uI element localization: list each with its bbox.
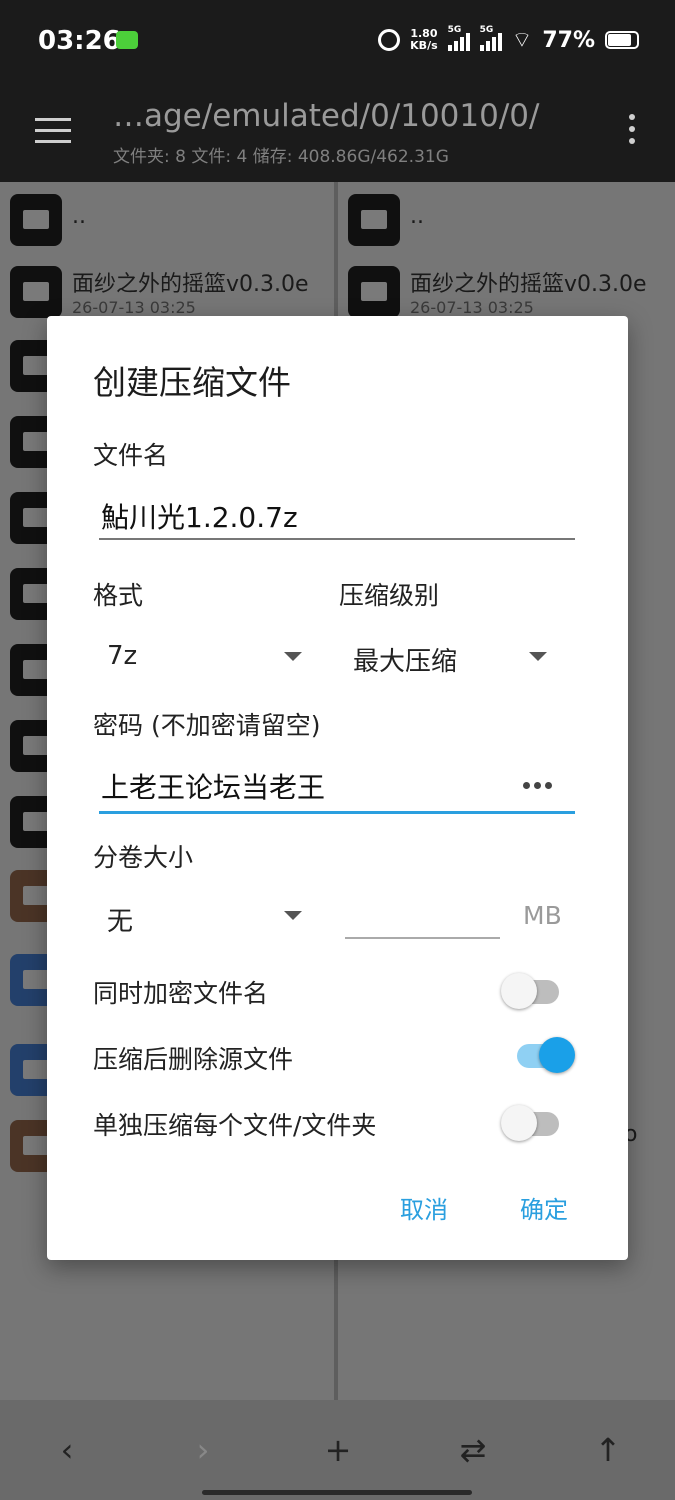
battery-icon (605, 31, 639, 49)
folder-icon (348, 194, 400, 246)
network-speed: 1.80 KB/s (410, 27, 438, 52)
back-icon[interactable]: ‹ (47, 1432, 87, 1468)
bottom-toolbar: ‹ › + ⇄ ↑ (0, 1400, 675, 1500)
status-bar: 03:26 1.80 KB/s 5G 5G ⌔ 77% (0, 0, 675, 84)
folder-icon (10, 194, 62, 246)
clock: 03:26 (38, 26, 121, 56)
show-password-icon[interactable] (523, 782, 552, 789)
status-icons: 1.80 KB/s 5G 5G ⌔ 77% (378, 25, 639, 54)
menu-icon[interactable] (35, 118, 71, 144)
compress-each-toggle[interactable] (501, 1100, 561, 1141)
wifi-icon: ⌔ (511, 28, 533, 53)
password-input[interactable]: 上老王论坛当老王 (101, 766, 325, 806)
app-notification-icon (116, 31, 138, 49)
filename-input[interactable]: 鮎川光1.2.0.7z (101, 496, 298, 536)
current-path[interactable]: …age/emulated/0/10010/0/ (113, 98, 539, 134)
split-unit: MB (523, 901, 562, 930)
dialog-title: 创建压缩文件 (93, 363, 291, 402)
alarm-icon (378, 29, 401, 51)
chevron-down-icon[interactable] (284, 652, 302, 661)
app-bar: …age/emulated/0/10010/0/ 文件夹: 8 文件: 4 储存… (0, 84, 675, 182)
delete-source-toggle[interactable] (515, 1032, 575, 1073)
up-icon[interactable]: ↑ (588, 1432, 628, 1468)
more-vert-icon[interactable] (629, 114, 635, 150)
format-select[interactable]: 7z (107, 641, 137, 671)
compress-each-label: 单独压缩每个文件/文件夹 (93, 1111, 377, 1140)
storage-stats: 文件夹: 8 文件: 4 储存: 408.86G/462.31G (113, 147, 449, 167)
password-underline (99, 811, 575, 814)
chevron-down-icon[interactable] (284, 911, 302, 920)
chevron-down-icon[interactable] (529, 652, 547, 661)
delete-source-label: 压缩后删除源文件 (93, 1045, 294, 1074)
password-label: 密码 (不加密请留空) (93, 711, 321, 740)
battery-percent: 77% (542, 27, 595, 53)
split-size-input[interactable] (345, 937, 500, 939)
format-label: 格式 (93, 581, 144, 610)
folder-icon (348, 266, 400, 318)
filename-label: 文件名 (93, 441, 169, 470)
cancel-button[interactable]: 取消 (400, 1190, 448, 1225)
folder-icon (10, 266, 62, 318)
signal-icon: 5G (447, 25, 470, 51)
level-select[interactable]: 最大压缩 (353, 641, 457, 678)
level-label: 压缩级别 (339, 581, 440, 610)
gesture-bar[interactable] (202, 1490, 472, 1495)
filename-underline (99, 538, 575, 540)
encrypt-names-label: 同时加密文件名 (93, 979, 269, 1008)
forward-icon[interactable]: › (183, 1432, 223, 1468)
encrypt-names-toggle[interactable] (501, 968, 561, 1009)
create-archive-dialog: 创建压缩文件 文件名 鮎川光1.2.0.7z 格式 压缩级别 7z 最大压缩 密… (47, 316, 628, 1260)
split-label: 分卷大小 (93, 843, 194, 872)
signal-icon: 5G (479, 25, 502, 51)
add-icon[interactable]: + (318, 1432, 358, 1468)
split-select[interactable]: 无 (107, 901, 133, 938)
swap-icon[interactable]: ⇄ (453, 1432, 493, 1468)
ok-button[interactable]: 确定 (520, 1190, 568, 1225)
